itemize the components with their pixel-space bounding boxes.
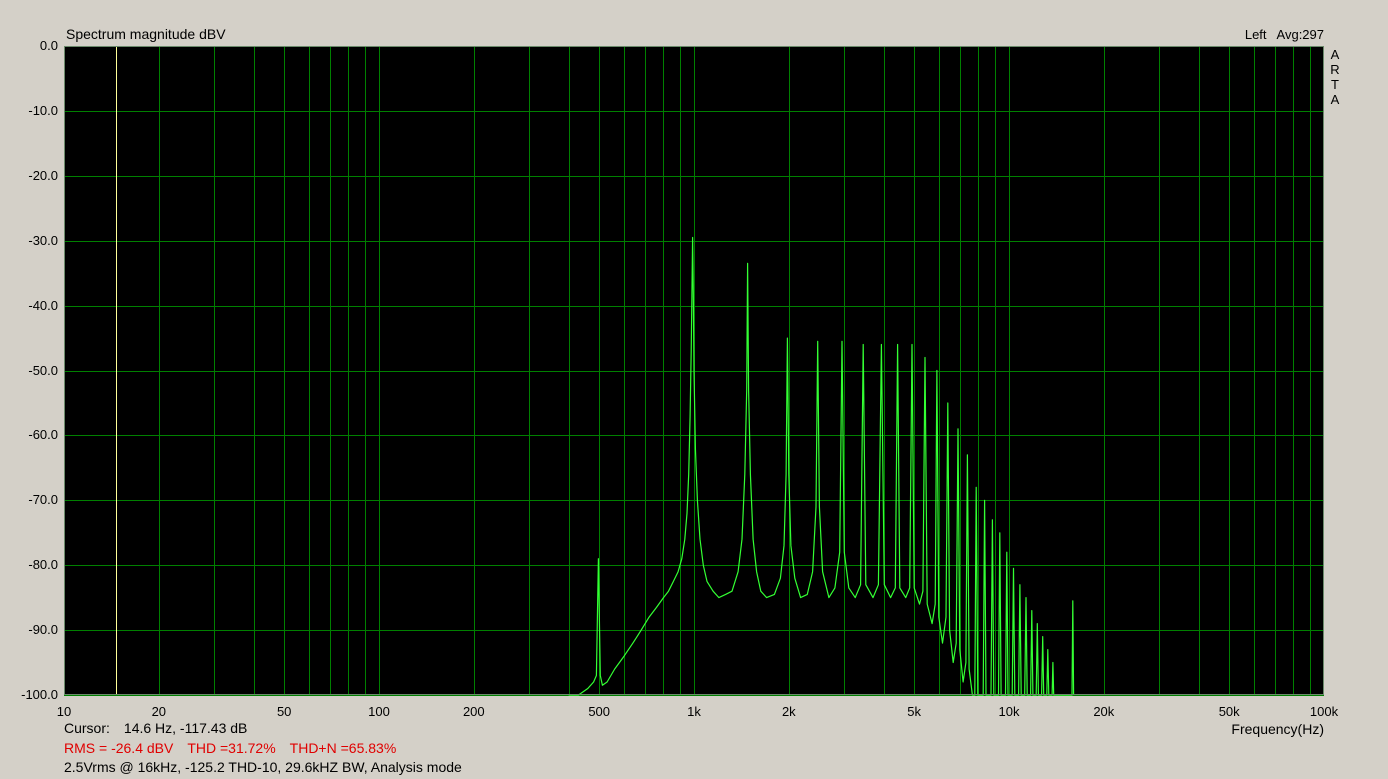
cursor-value: 14.6 Hz, -117.43 dB bbox=[123, 720, 248, 736]
rms-value: RMS = -26.4 dBV bbox=[64, 740, 174, 756]
thd-value: THD =31.72% bbox=[187, 740, 276, 756]
x-tick-label: 100k bbox=[1309, 704, 1339, 719]
cursor-label: Cursor: bbox=[64, 720, 110, 736]
x-tick-label: 20 bbox=[151, 704, 167, 719]
x-tick-label: 50k bbox=[1218, 704, 1240, 719]
y-tick-label: -80.0 bbox=[28, 557, 58, 573]
y-tick-label: -20.0 bbox=[28, 167, 58, 183]
measurement-stats: RMS = -26.4 dBV THD =31.72% THD+N =65.83% bbox=[64, 740, 410, 756]
x-tick-label: 500 bbox=[588, 704, 611, 719]
y-tick-label: -10.0 bbox=[28, 102, 58, 118]
x-tick-label: 10k bbox=[998, 704, 1020, 719]
y-tick-label: -50.0 bbox=[28, 362, 58, 378]
x-axis-label: Frequency(Hz) bbox=[1231, 721, 1324, 737]
y-tick-label: -40.0 bbox=[28, 297, 58, 313]
x-tick-label: 5k bbox=[907, 704, 922, 719]
x-tick-label: 100 bbox=[368, 704, 390, 719]
y-tick-label: -60.0 bbox=[28, 427, 58, 443]
x-tick-label: 10 bbox=[56, 704, 72, 719]
cursor-readout: Cursor: 14.6 Hz, -117.43 dB bbox=[64, 720, 247, 736]
y-tick-label: 0.0 bbox=[39, 38, 58, 53]
y-tick-label: -70.0 bbox=[28, 492, 58, 508]
x-tick-label: 200 bbox=[462, 704, 485, 719]
y-tick-label: -90.0 bbox=[28, 622, 58, 638]
spectrum-plot[interactable] bbox=[0, 0, 1388, 779]
thdn-value: THD+N =65.83% bbox=[289, 740, 397, 756]
x-tick-label: 2k bbox=[781, 704, 796, 719]
y-tick-label: -30.0 bbox=[28, 232, 58, 248]
x-tick-label: 1k bbox=[687, 704, 701, 719]
x-tick-label: 20k bbox=[1093, 704, 1115, 719]
measurement-description: 2.5Vrms @ 16kHz, -125.2 THD-10, 29.6kHZ … bbox=[64, 759, 462, 775]
y-tick-label: -100.0 bbox=[21, 687, 58, 702]
x-tick-label: 50 bbox=[276, 704, 292, 719]
